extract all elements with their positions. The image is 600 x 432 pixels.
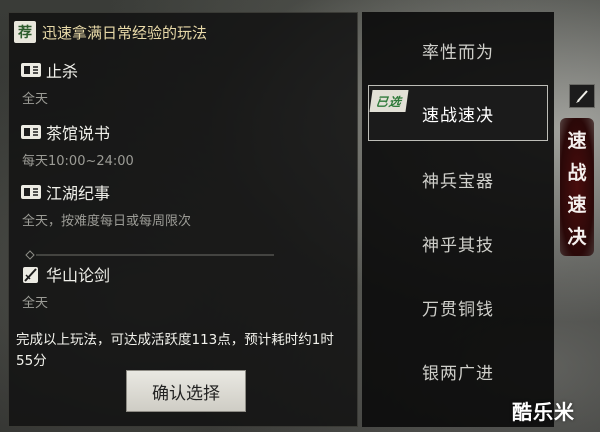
option-item[interactable]: 神兵宝器	[368, 151, 548, 207]
option-item[interactable]: 银两广进	[368, 343, 548, 399]
scroll-book-icon	[20, 183, 42, 201]
activity-time: 全天	[22, 92, 49, 107]
summary-text: 完成以上玩法，可达成活跃度113点，预计耗时约1时55分	[16, 332, 334, 369]
activity-item: 止杀 全天	[20, 58, 78, 107]
brush-icon[interactable]	[569, 84, 595, 108]
activity-name: 止杀	[46, 62, 79, 81]
option-item-selected[interactable]: 已选 速战速决	[368, 85, 548, 141]
option-item[interactable]: 万贯铜钱	[368, 279, 548, 335]
activity-item: 茶馆说书 每天10:00~24:00	[20, 120, 134, 169]
recommend-badge-icon: 荐	[14, 21, 36, 43]
vertical-seal-banner: 速 战 速 决	[560, 118, 594, 256]
confirm-selection-button[interactable]: 确认选择	[126, 370, 246, 412]
option-label: 速战速决	[422, 105, 494, 126]
activity-item: 华山论剑 全天	[20, 262, 110, 311]
option-list: 率性而为 已选 速战速决 神兵宝器 神乎其技 万贯铜钱 银两广进	[362, 12, 554, 427]
activity-item: 江湖纪事 全天，按难度每日或每周限次	[20, 180, 191, 229]
activity-time: 全天，按难度每日或每周限次	[22, 214, 192, 229]
activity-name: 茶馆说书	[46, 124, 111, 143]
option-item[interactable]: 神乎其技	[368, 215, 548, 271]
scroll-book-icon	[20, 61, 42, 79]
seal-char: 战	[567, 162, 587, 184]
activity-name: 江湖纪事	[46, 184, 111, 203]
activity-time: 全天	[22, 296, 49, 311]
seal-char: 速	[567, 130, 587, 152]
panel-title: 迅速拿满日常经验的玩法	[42, 23, 208, 42]
activity-time: 每天10:00~24:00	[22, 154, 134, 169]
selected-stamp: 已选	[369, 90, 409, 112]
panel-header: 荐 迅速拿满日常经验的玩法	[14, 18, 207, 46]
option-item[interactable]: 率性而为	[368, 22, 548, 78]
scroll-book-icon	[20, 123, 42, 141]
section-divider	[24, 245, 279, 260]
seal-char: 速	[567, 194, 587, 216]
site-watermark: 酷乐米	[512, 400, 575, 424]
sword-scroll-icon	[20, 265, 42, 283]
activity-name: 华山论剑	[46, 266, 111, 285]
seal-char: 决	[567, 226, 587, 248]
